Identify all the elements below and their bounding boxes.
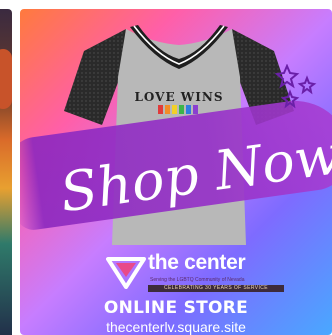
shirt-slogan: LOVE WINS bbox=[134, 90, 223, 104]
star-icon-group bbox=[274, 64, 317, 109]
online-store-label: ONLINE STORE bbox=[103, 298, 249, 318]
store-url-link[interactable]: thecenterlv.square.site bbox=[20, 319, 332, 335]
triangle-logo-icon bbox=[106, 257, 146, 289]
star-icon bbox=[274, 64, 300, 89]
shop-banner[interactable]: LOVE WINS Shop Now! the center Serving t… bbox=[20, 9, 332, 335]
star-icon bbox=[297, 75, 317, 95]
headline: Shop Now! bbox=[56, 120, 332, 215]
star-icon bbox=[280, 89, 300, 109]
brand-tagline: Serving the LGBTQ Community of Nevada bbox=[150, 277, 245, 283]
page: LOVE WINS Shop Now! the center Serving t… bbox=[0, 0, 332, 335]
brand-name: the center bbox=[148, 251, 246, 274]
headline-text: Shop Now! bbox=[56, 120, 332, 215]
previous-slide-peek[interactable] bbox=[0, 9, 12, 335]
anniversary-badge: CELEBRATING 30 YEARS OF SERVICE bbox=[148, 285, 284, 292]
previous-slide-image bbox=[0, 49, 12, 109]
